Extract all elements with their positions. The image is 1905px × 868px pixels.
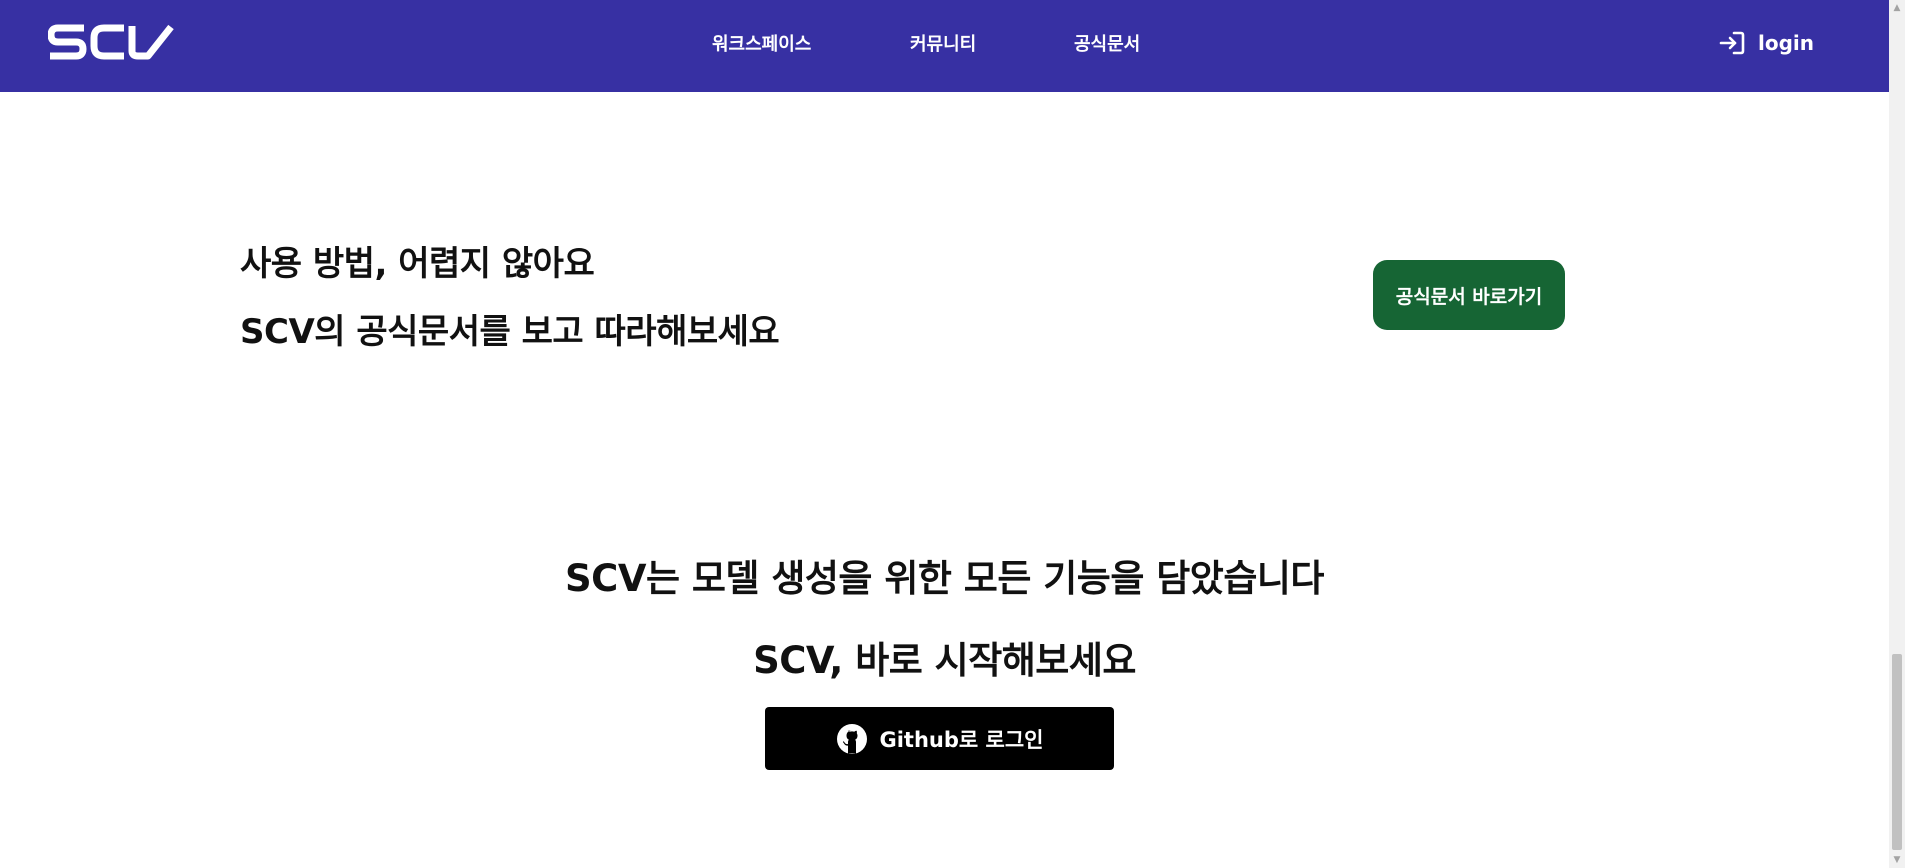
page: 워크스페이스 커뮤니티 공식문서 login 사용 방법, 어렵지 않아요 SC… xyxy=(0,0,1905,868)
github-login-label: Github로 로그인 xyxy=(879,727,1044,752)
nav-workspace[interactable]: 워크스페이스 xyxy=(712,30,811,56)
nav-docs[interactable]: 공식문서 xyxy=(1074,30,1140,56)
top-navbar: 워크스페이스 커뮤니티 공식문서 login xyxy=(0,0,1889,92)
login-button[interactable]: login xyxy=(1718,29,1814,57)
scrollbar-thumb[interactable] xyxy=(1892,654,1902,850)
login-label: login xyxy=(1758,31,1815,55)
nav-community[interactable]: 커뮤니티 xyxy=(910,30,976,56)
start-heading-line-2: SCV, 바로 시작해보세요 xyxy=(753,639,1136,682)
login-icon xyxy=(1719,31,1745,55)
github-icon xyxy=(836,723,867,754)
go-to-docs-button[interactable]: 공식문서 바로가기 xyxy=(1373,260,1565,330)
start-heading-line-1: SCV는 모델 생성을 위한 모든 기능을 담았습니다 xyxy=(565,557,1324,600)
vertical-scrollbar[interactable]: ▲ ▼ xyxy=(1889,0,1905,868)
docs-heading-line-1: 사용 방법, 어렵지 않아요 xyxy=(240,244,595,284)
scv-logo[interactable] xyxy=(47,23,174,61)
scroll-down-arrow-icon[interactable]: ▼ xyxy=(1889,852,1905,868)
docs-heading-line-2: SCV의 공식문서를 보고 따라해보세요 xyxy=(240,312,780,352)
github-login-button[interactable]: Github로 로그인 xyxy=(765,707,1114,770)
scroll-up-arrow-icon[interactable]: ▲ xyxy=(1889,0,1905,16)
